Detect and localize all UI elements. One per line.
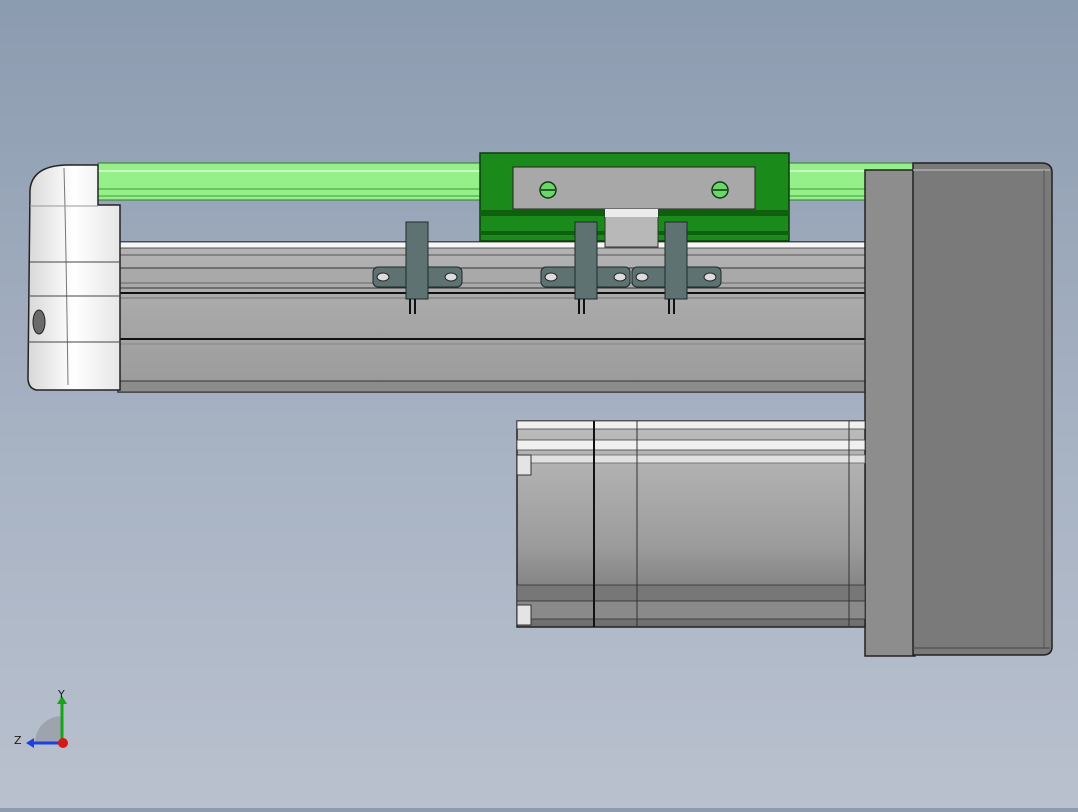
drive-housing[interactable]: [864, 162, 1053, 657]
y-axis-label: Y: [57, 688, 65, 701]
z-axis-label: Z: [14, 734, 22, 747]
triad-plane-shade: [35, 716, 62, 743]
cad-viewport[interactable]: Y Z: [0, 0, 1078, 808]
z-axis-head: [26, 738, 34, 748]
carriage[interactable]: [479, 152, 790, 248]
x-axis-origin: [58, 738, 68, 748]
view-triad[interactable]: Y Z: [10, 686, 80, 756]
linear-actuator-model[interactable]: [0, 0, 1078, 808]
stepper-motor[interactable]: [516, 420, 866, 628]
actuator-body[interactable]: [89, 241, 914, 393]
